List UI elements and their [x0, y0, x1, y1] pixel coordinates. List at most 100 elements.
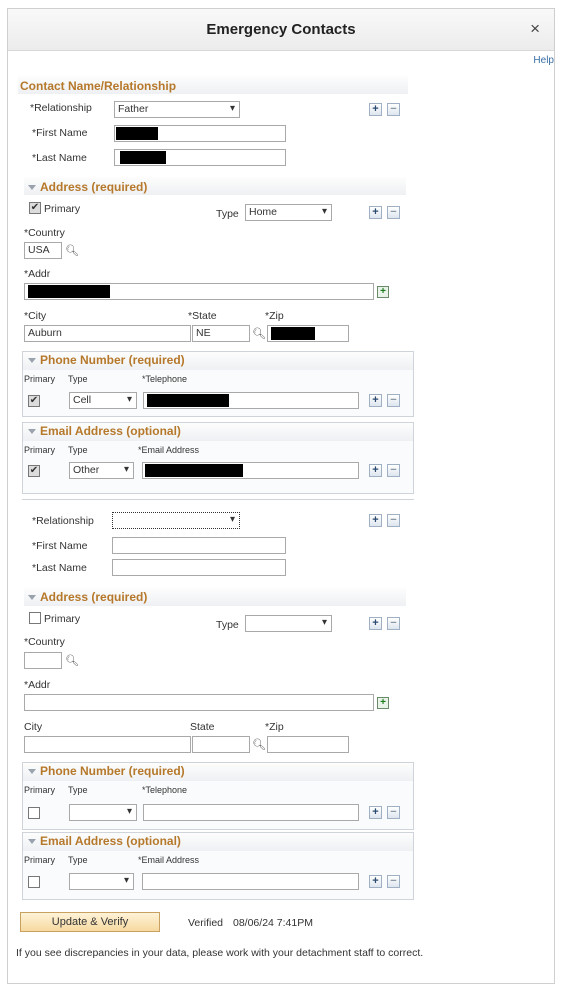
contact2-state-input[interactable]	[192, 736, 250, 753]
contact2-relationship-select[interactable]: ▾	[112, 512, 240, 529]
contact2-address-add-icon[interactable]: +	[369, 617, 382, 630]
contact1-address-add-icon[interactable]: +	[369, 206, 382, 219]
magnifier-icon[interactable]: 🔍︎	[65, 654, 79, 667]
contact2-phone-title: Phone Number (required)	[28, 764, 185, 778]
contact1-phone-remove-icon[interactable]: −	[387, 394, 400, 407]
contact2-phone-col-telephone: *Telephone	[142, 785, 188, 795]
contact1-relationship-value: Father	[118, 103, 149, 115]
collapse-icon[interactable]	[28, 769, 36, 775]
contact2-zip-label: *Zip	[265, 721, 284, 733]
discrepancy-note: If you see discrepancies in your data, p…	[16, 947, 424, 959]
update-verify-button[interactable]: Update & Verify	[20, 912, 160, 932]
close-icon[interactable]: ×	[530, 19, 540, 39]
contact2-phone-remove-icon[interactable]: −	[387, 806, 400, 819]
contact2-zip-input[interactable]	[267, 736, 349, 753]
contact2-address-type-label: Type	[216, 619, 239, 631]
contact1-phone-add-icon[interactable]: +	[369, 394, 382, 407]
contact1-telephone-redaction	[147, 394, 229, 407]
contact2-telephone-input[interactable]	[143, 804, 359, 821]
contact1-state-label: *State	[188, 310, 217, 322]
contact1-city-label: *City	[24, 310, 47, 322]
contact1-phone-type-value: Cell	[73, 394, 92, 406]
contact2-country-input[interactable]	[24, 652, 62, 669]
contact2-first-name-label: *First Name	[32, 540, 88, 552]
contact2-address-type-select[interactable]: ▾	[245, 615, 332, 632]
contact1-address-title: Address (required)	[28, 180, 147, 194]
contact2-phone-col-primary: Primary	[24, 785, 55, 795]
contact1-address-remove-icon[interactable]: −	[387, 206, 400, 219]
contact2-email-input[interactable]	[142, 873, 359, 890]
dialog-titlebar: Emergency Contacts ×	[8, 9, 554, 51]
contact1-country-label: *Country	[24, 227, 65, 239]
contact2-state-label: State	[190, 721, 215, 733]
contact1-section-title: Contact Name/Relationship	[20, 79, 177, 93]
magnifier-icon[interactable]: 🔍︎	[65, 244, 79, 257]
contact2-email-title: Email Address (optional)	[28, 834, 181, 848]
contact2-remove-icon[interactable]: −	[387, 514, 400, 527]
contact2-email-type-select[interactable]: ▾	[69, 873, 134, 890]
contact1-email-col-email: *Email Address	[138, 445, 200, 455]
contact2-phone-add-icon[interactable]: +	[369, 806, 382, 819]
contact2-email-primary-checkbox[interactable]	[28, 876, 40, 888]
contact1-first-name-redaction	[116, 127, 158, 140]
contact1-phone-primary-checkbox[interactable]: ✔	[28, 395, 40, 407]
collapse-icon[interactable]	[28, 429, 36, 435]
contact1-country-input[interactable]: USA	[24, 242, 62, 259]
contact-divider	[22, 499, 414, 500]
contact1-email-redaction	[145, 464, 243, 477]
chevron-down-icon: ▾	[126, 394, 132, 405]
contact1-email-add-icon[interactable]: +	[369, 464, 382, 477]
address-lookup-icon[interactable]: +	[377, 697, 389, 709]
help-link[interactable]: Help	[533, 55, 554, 66]
contact1-email-primary-checkbox[interactable]: ✔	[28, 465, 40, 477]
contact1-address-type-select[interactable]: Home ▾	[245, 204, 332, 221]
contact2-first-name-input[interactable]	[112, 537, 286, 554]
contact1-relationship-select[interactable]: Father ▾	[114, 101, 240, 118]
contact1-addr-label: *Addr	[24, 268, 51, 280]
collapse-icon[interactable]	[28, 185, 36, 191]
dialog-title: Emergency Contacts	[206, 21, 356, 38]
address-lookup-icon[interactable]: +	[377, 286, 389, 298]
contact1-address-type-value: Home	[249, 206, 278, 218]
contact2-address-primary-checkbox[interactable]	[29, 612, 41, 624]
contact1-zip-label: *Zip	[265, 310, 284, 322]
contact1-city-input[interactable]: Auburn	[24, 325, 191, 342]
contact2-last-name-label: *Last Name	[32, 562, 87, 574]
contact1-last-name-redaction	[120, 151, 166, 164]
contact2-city-input[interactable]	[24, 736, 191, 753]
collapse-icon[interactable]	[28, 595, 36, 601]
contact1-remove-icon[interactable]: −	[387, 103, 400, 116]
contact2-phone-primary-checkbox[interactable]	[28, 807, 40, 819]
contact1-state-input[interactable]: NE	[192, 325, 250, 342]
contact1-addr-redaction	[28, 285, 110, 298]
contact1-phone-col-type: Type	[68, 374, 88, 384]
magnifier-icon[interactable]: 🔍︎	[252, 327, 266, 340]
contact1-email-type-select[interactable]: Other ▾	[69, 462, 134, 479]
collapse-icon[interactable]	[28, 839, 36, 845]
contact2-email-add-icon[interactable]: +	[369, 875, 382, 888]
contact1-address-primary-label: Primary	[44, 203, 81, 215]
contact2-address-remove-icon[interactable]: −	[387, 617, 400, 630]
contact2-last-name-input[interactable]	[112, 559, 286, 576]
contact2-addr-input[interactable]	[24, 694, 374, 711]
contact1-relationship-label: *Relationship	[30, 102, 92, 114]
chevron-down-icon: ▾	[321, 617, 327, 628]
chevron-down-icon: ▾	[229, 103, 235, 114]
contact1-phone-type-select[interactable]: Cell ▾	[69, 392, 137, 409]
contact1-address-type-label: Type	[216, 208, 239, 220]
collapse-icon[interactable]	[28, 358, 36, 364]
contact1-email-remove-icon[interactable]: −	[387, 464, 400, 477]
contact2-phone-type-select[interactable]: ▾	[69, 804, 137, 821]
emergency-contacts-dialog: Emergency Contacts × Help Contact Name/R…	[7, 8, 555, 984]
verified-label: Verified	[188, 917, 224, 929]
contact1-address-primary-checkbox[interactable]: ✔	[29, 202, 41, 214]
contact1-phone-col-telephone: *Telephone	[142, 374, 188, 384]
contact2-city-label: City	[24, 721, 43, 733]
contact2-addr-label: *Addr	[24, 679, 51, 691]
magnifier-icon[interactable]: 🔍︎	[252, 738, 266, 751]
chevron-down-icon: ▾	[321, 206, 327, 217]
contact1-add-icon[interactable]: +	[369, 103, 382, 116]
contact2-add-icon[interactable]: +	[369, 514, 382, 527]
contact2-email-remove-icon[interactable]: −	[387, 875, 400, 888]
contact2-address-title: Address (required)	[28, 590, 147, 604]
